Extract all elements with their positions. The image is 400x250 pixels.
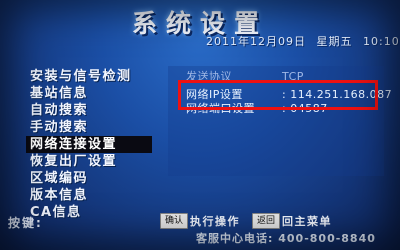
- keys-label: 按键:: [8, 216, 43, 230]
- menu-item-region-code[interactable]: 区域编码: [26, 170, 166, 187]
- ok-key-button[interactable]: 确认: [160, 213, 189, 229]
- settings-menu: 安装与信号检测 基站信息 自动搜索 手动搜索 网络连接设置 恢复出厂设置 区域编…: [26, 68, 166, 221]
- date-text: 2011年12月09日: [206, 35, 306, 48]
- menu-item-auto-search[interactable]: 自动搜索: [26, 102, 166, 119]
- back-key-button[interactable]: 返回: [252, 213, 281, 229]
- time-text: 10:10: [363, 35, 400, 48]
- menu-item-factory-reset[interactable]: 恢复出厂设置: [26, 153, 166, 170]
- menu-item-install-signal[interactable]: 安装与信号检测: [26, 68, 166, 85]
- menu-item-network-settings[interactable]: 网络连接设置: [26, 136, 152, 153]
- datetime: 2011年12月09日 星期五 10:10: [206, 33, 400, 49]
- tv-settings-screen: 系统设置 2011年12月09日 星期五 10:10 安装与信号检测 基站信息 …: [0, 0, 400, 250]
- menu-item-manual-search[interactable]: 手动搜索: [26, 119, 166, 136]
- weekday-text: 星期五: [316, 35, 353, 48]
- back-action-label: 回主菜单: [282, 215, 332, 228]
- footer-bar: 按键: 确认 执行操作 返回 回主菜单 客服中心电话: 400-800-8840: [0, 208, 400, 250]
- hotline-text: 客服中心电话: 400-800-8840: [196, 232, 376, 245]
- highlight-annotation-box: [178, 80, 378, 110]
- menu-item-base-station[interactable]: 基站信息: [26, 85, 166, 102]
- ok-action-label: 执行操作: [190, 215, 240, 228]
- menu-item-version-info[interactable]: 版本信息: [26, 187, 166, 204]
